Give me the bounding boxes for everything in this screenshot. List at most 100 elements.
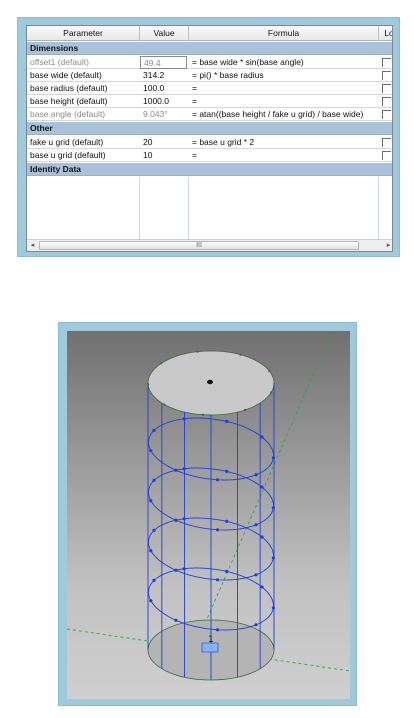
rim-point xyxy=(268,369,271,373)
formula-field[interactable]: = xyxy=(189,149,377,162)
table-header: Parameter Value Formula Lo xyxy=(27,26,392,41)
rim-point xyxy=(270,391,273,394)
control-point[interactable] xyxy=(225,519,229,523)
control-point[interactable] xyxy=(254,573,258,577)
control-point[interactable] xyxy=(254,473,258,477)
lock-checkbox[interactable] xyxy=(382,110,391,119)
control-point[interactable] xyxy=(182,567,186,571)
cylinder-wireframe: 1 xyxy=(67,331,350,681)
lock-cell xyxy=(379,56,392,69)
control-point[interactable] xyxy=(225,469,229,473)
control-point[interactable] xyxy=(260,435,264,439)
column-header-lock[interactable]: Lo xyxy=(379,26,392,41)
control-point[interactable] xyxy=(182,517,186,521)
scroll-thumb[interactable]: III xyxy=(39,241,359,250)
value-field[interactable]: 1000.0 xyxy=(140,95,187,108)
param-name: base u grid (default) xyxy=(30,150,106,160)
formula-field[interactable]: = base wide * sin(base angle) xyxy=(189,56,377,69)
parameter-table: Parameter Value Formula Lo Dimensions of… xyxy=(26,25,393,252)
lock-cell xyxy=(379,108,392,121)
formula-field[interactable]: = atan((base height / fake u grid) / bas… xyxy=(189,108,377,121)
param-name: fake u grid (default) xyxy=(30,137,104,147)
formula-field[interactable]: = xyxy=(189,82,377,95)
control-point[interactable] xyxy=(182,467,186,471)
scroll-left-arrow-icon[interactable]: ◂ xyxy=(27,240,38,251)
value-field[interactable]: 20 xyxy=(140,136,187,149)
control-point[interactable] xyxy=(215,478,220,482)
column-header-parameter[interactable]: Parameter xyxy=(27,26,140,41)
column-divider xyxy=(139,177,140,241)
control-point[interactable] xyxy=(225,419,229,423)
section-header-other[interactable]: Other xyxy=(27,122,392,135)
control-point[interactable] xyxy=(271,556,275,560)
rim-point xyxy=(239,353,242,356)
control-point[interactable] xyxy=(215,628,220,632)
value-field[interactable]: 10 xyxy=(140,149,187,162)
lock-cell xyxy=(379,136,392,149)
value-field[interactable]: 314.2 xyxy=(140,69,187,82)
view-panel: 1 xyxy=(58,322,357,706)
control-point[interactable] xyxy=(182,417,186,421)
formula-field[interactable]: = pi() * base radius xyxy=(189,69,377,82)
lock-checkbox[interactable] xyxy=(382,138,391,147)
table-row[interactable]: base radius (default) 100.0 = xyxy=(27,82,392,95)
control-point[interactable] xyxy=(149,499,153,503)
horizontal-scrollbar[interactable]: ◂ III ▸ xyxy=(27,239,392,251)
scroll-right-arrow-icon[interactable]: ▸ xyxy=(383,240,392,251)
param-name: offset1 (default) xyxy=(30,57,89,67)
lock-cell xyxy=(379,149,392,162)
lock-checkbox[interactable] xyxy=(382,84,391,93)
control-point[interactable] xyxy=(271,506,275,510)
origin-point xyxy=(207,379,213,385)
formula-field[interactable]: = base u grid * 2 xyxy=(189,136,377,149)
control-point[interactable] xyxy=(260,485,264,489)
lock-checkbox[interactable] xyxy=(382,97,391,106)
control-point[interactable] xyxy=(254,523,258,527)
control-point[interactable] xyxy=(215,528,220,532)
table-row[interactable]: offset1 (default) 49.4 = base wide * sin… xyxy=(27,56,392,69)
control-point[interactable] xyxy=(174,618,178,622)
section-header-dimensions[interactable]: Dimensions xyxy=(27,42,392,55)
rim-point xyxy=(243,408,247,411)
marker-label: 1 xyxy=(208,635,214,645)
control-point[interactable] xyxy=(149,599,153,603)
lock-checkbox[interactable] xyxy=(382,58,391,67)
param-name: base height (default) xyxy=(30,96,108,106)
lock-checkbox[interactable] xyxy=(382,151,391,160)
param-name: base radius (default) xyxy=(30,83,108,93)
control-point[interactable] xyxy=(271,606,275,610)
rim-point xyxy=(160,362,163,365)
rim-point xyxy=(147,383,150,386)
control-point[interactable] xyxy=(149,449,153,453)
column-header-formula[interactable]: Formula xyxy=(189,26,379,41)
control-point[interactable] xyxy=(152,428,156,432)
control-point[interactable] xyxy=(271,456,275,460)
control-point[interactable] xyxy=(260,585,264,589)
value-field[interactable]: 9.043° xyxy=(140,108,187,121)
table-row[interactable]: base u grid (default) 10 = xyxy=(27,149,392,162)
column-header-value[interactable]: Value xyxy=(140,26,189,41)
3d-viewport[interactable]: 1 xyxy=(67,331,350,699)
control-point[interactable] xyxy=(254,623,258,627)
rim-point xyxy=(201,413,204,416)
lock-checkbox[interactable] xyxy=(382,71,391,80)
control-point[interactable] xyxy=(260,535,264,539)
value-field[interactable]: 100.0 xyxy=(140,82,187,95)
column-divider xyxy=(378,177,379,241)
param-name: base angle (default) xyxy=(30,109,106,119)
control-point[interactable] xyxy=(152,478,156,482)
rim-point xyxy=(163,403,166,406)
control-point[interactable] xyxy=(215,578,220,582)
table-row[interactable]: base wide (default) 314.2 = pi() * base … xyxy=(27,69,392,82)
param-name: base wide (default) xyxy=(30,70,102,80)
table-row[interactable]: base angle (default) 9.043° = atan((base… xyxy=(27,108,392,121)
section-header-identity-data[interactable]: Identity Data xyxy=(27,163,392,176)
table-row[interactable]: base height (default) 1000.0 = xyxy=(27,95,392,108)
formula-field[interactable]: = xyxy=(189,95,377,108)
table-row[interactable]: fake u grid (default) 20 = base u grid *… xyxy=(27,136,392,149)
control-point[interactable] xyxy=(152,528,156,532)
control-point[interactable] xyxy=(149,549,153,553)
value-field[interactable]: 49.4 xyxy=(140,56,187,69)
control-point[interactable] xyxy=(152,578,156,582)
control-point[interactable] xyxy=(225,569,229,573)
